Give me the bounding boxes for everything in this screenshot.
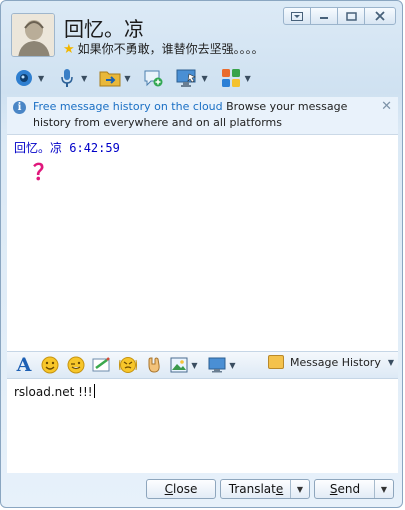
message-time: 6:42:59	[69, 141, 120, 155]
star-icon: ★	[63, 42, 75, 57]
message-input[interactable]: rsload.net !!!	[7, 379, 398, 473]
message-history-button[interactable]: Message History ▼	[268, 355, 394, 369]
chevron-down-icon: ▼	[229, 360, 236, 370]
chat-window: 回忆。凉 ★ 如果你不勇敢，谁替你去坚强。。。。 ▼ ▼ ▼ ▼ ▼ i Fre…	[0, 0, 403, 508]
bottom-bar: Close Translate ▼ Send ▼	[7, 473, 398, 507]
remote-desktop-button[interactable]: ▼	[176, 67, 208, 89]
header: 回忆。凉 ★ 如果你不勇敢，谁替你去坚强。。。。	[1, 1, 402, 63]
contact-name: 回忆。凉	[64, 17, 144, 41]
chevron-down-icon: ▼	[124, 73, 131, 83]
wink-icon[interactable]	[65, 355, 87, 375]
chevron-down-icon: ▼	[81, 73, 88, 83]
apps-icon	[220, 67, 242, 89]
translate-button[interactable]: Translate ▼	[220, 479, 310, 499]
microphone-button[interactable]: ▼	[56, 67, 87, 89]
nudge-icon[interactable]	[117, 355, 139, 375]
message-header: 回忆。凉 6:42:59	[14, 139, 120, 156]
message-history-icon	[268, 355, 284, 369]
chevron-down-icon: ▼	[201, 73, 208, 83]
message-history-label: Message History	[290, 355, 381, 369]
translate-button-label: Translate	[228, 482, 284, 496]
chevron-down-icon[interactable]: ▼	[290, 480, 309, 498]
signature-row: ★ 如果你不勇敢，谁替你去坚强。。。。	[63, 40, 264, 57]
add-chat-button[interactable]	[142, 67, 164, 89]
webcam-icon	[13, 67, 35, 89]
screenshot-icon[interactable]: ▼	[207, 355, 237, 375]
file-transfer-button[interactable]: ▼	[99, 67, 130, 89]
close-icon[interactable]	[364, 7, 396, 25]
chevron-down-icon: ▼	[387, 357, 394, 367]
cloud-history-link[interactable]: Free message history on the cloud	[33, 100, 223, 113]
webcam-button[interactable]: ▼	[13, 67, 44, 89]
gift-icon[interactable]	[143, 355, 165, 375]
message-input-text: rsload.net !!!	[14, 384, 95, 399]
chevron-down-icon: ▼	[244, 73, 251, 83]
message-sender: 回忆。凉	[14, 141, 63, 155]
menu-icon[interactable]	[283, 7, 311, 25]
remote-desktop-icon	[176, 67, 198, 89]
message-text: ？	[33, 161, 56, 186]
window-controls	[283, 7, 396, 25]
apps-button[interactable]: ▼	[220, 67, 251, 89]
avatar-image	[12, 14, 54, 56]
contact-signature: 如果你不勇敢，谁替你去坚强。。。。	[77, 42, 264, 56]
chevron-down-icon: ▼	[191, 360, 198, 370]
chevron-down-icon: ▼	[38, 73, 45, 83]
file-transfer-icon	[99, 67, 121, 89]
send-button-label: Send	[329, 482, 361, 496]
close-button-label: Close	[164, 482, 198, 496]
close-button[interactable]: Close	[146, 479, 216, 499]
microphone-icon	[56, 67, 78, 89]
close-icon[interactable]: ✕	[381, 99, 392, 115]
info-icon: i	[13, 101, 26, 114]
maximize-icon[interactable]	[337, 7, 365, 25]
main-toolbar: ▼ ▼ ▼ ▼ ▼	[1, 63, 402, 93]
cloud-history-banner: i Free message history on the cloud Brow…	[7, 97, 398, 135]
scribble-icon[interactable]	[91, 355, 113, 375]
font-icon[interactable]: A	[13, 354, 35, 376]
message-input-value: rsload.net !!!	[14, 385, 93, 399]
message-history-pane[interactable]: 回忆。凉 6:42:59 ？	[7, 135, 398, 351]
add-chat-icon	[142, 67, 164, 89]
image-icon[interactable]: ▼	[169, 355, 199, 375]
format-toolbar: A ▼ ▼ Message History ▼	[7, 351, 398, 379]
chevron-down-icon[interactable]: ▼	[374, 480, 393, 498]
minimize-icon[interactable]	[310, 7, 338, 25]
avatar[interactable]	[11, 13, 55, 57]
send-button[interactable]: Send ▼	[314, 479, 394, 499]
emoticon-icon[interactable]	[39, 355, 61, 375]
text-cursor	[93, 384, 95, 398]
